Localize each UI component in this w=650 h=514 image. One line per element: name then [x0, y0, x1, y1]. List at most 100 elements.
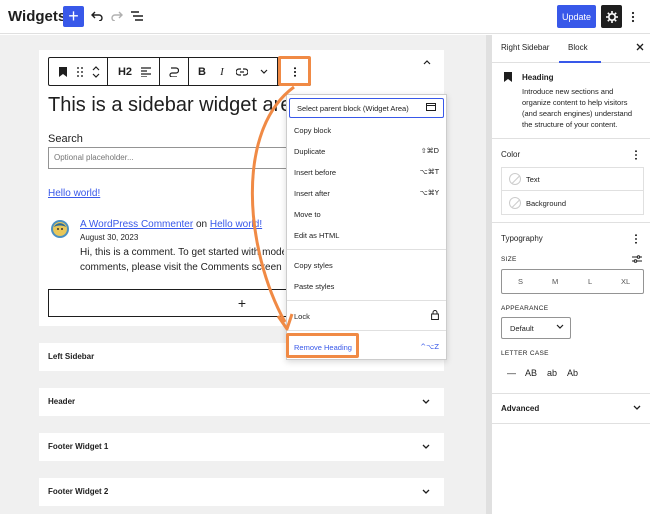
color-text-option[interactable]: Text — [502, 168, 643, 191]
menu-item-label: Copy block — [294, 125, 332, 135]
chevron-down-icon[interactable] — [632, 403, 642, 413]
widget-area-label: Footer Widget 2 — [48, 487, 109, 496]
size-option-s[interactable]: S — [518, 277, 523, 286]
size-option-m[interactable]: M — [552, 277, 558, 286]
widget-area-label: Footer Widget 1 — [48, 442, 109, 451]
advanced-panel-title[interactable]: Advanced — [501, 404, 539, 413]
color-option-label: Background — [526, 199, 567, 208]
letter-case-none[interactable]: — — [507, 368, 516, 378]
lock-icon — [431, 310, 439, 322]
undo-icon[interactable] — [88, 7, 106, 25]
close-icon[interactable] — [634, 41, 646, 53]
color-panel-title: Color — [501, 150, 521, 159]
menu-item-select-parent[interactable]: Select parent block (Widget Area) — [289, 98, 444, 118]
link-icon[interactable] — [234, 58, 250, 85]
color-option-label: Text — [526, 174, 540, 184]
search-block-label[interactable]: Search — [48, 133, 83, 145]
widget-area-footer-2[interactable]: Footer Widget 2 — [39, 478, 444, 506]
custom-size-sliders-icon[interactable] — [632, 253, 642, 265]
color-options-icon[interactable] — [632, 149, 640, 161]
menu-item-label: Edit as HTML — [294, 230, 340, 240]
block-toolbar: H2 B I — [48, 57, 311, 86]
more-formats-chevron-icon[interactable] — [257, 58, 271, 85]
menu-item-insert-before[interactable]: Insert before ⌥⌘T — [287, 162, 446, 182]
size-option-l[interactable]: L — [588, 277, 592, 286]
widget-area-icon — [426, 103, 436, 113]
heading-block[interactable]: This is a sidebar widget area — [48, 94, 288, 117]
active-tab-indicator — [559, 61, 601, 63]
font-size-picker: S M L XL — [501, 269, 644, 294]
typography-panel-title: Typography — [501, 234, 543, 243]
page-title: Widgets — [8, 8, 67, 25]
widget-area-footer-1[interactable]: Footer Widget 1 — [39, 433, 444, 461]
size-option-xl[interactable]: XL — [621, 277, 630, 286]
menu-item-move-to[interactable]: Move to — [287, 204, 446, 224]
menu-item-label: Insert after — [294, 188, 330, 198]
menu-item-paste-styles[interactable]: Paste styles — [287, 276, 446, 296]
comment-author-line: A WordPress Commenter on Hello world! — [80, 219, 262, 230]
redo-icon[interactable] — [108, 7, 126, 25]
panel-divider — [491, 393, 650, 394]
settings-gear-icon[interactable] — [601, 5, 622, 28]
widget-area-label: Header — [48, 397, 76, 406]
letter-case-capitalize[interactable]: Ab — [567, 368, 578, 378]
chevron-down-icon[interactable] — [420, 486, 432, 498]
menu-item-insert-after[interactable]: Insert after ⌥⌘Y — [287, 183, 446, 203]
italic-button[interactable]: I — [215, 58, 229, 85]
bold-button[interactable]: B — [194, 58, 210, 85]
widget-area-label: Left Sidebar — [48, 352, 95, 361]
options-more-icon[interactable] — [627, 8, 639, 26]
highlight-options-button — [278, 56, 311, 86]
drag-handle-icon[interactable] — [73, 58, 87, 85]
tab-block[interactable]: Block — [568, 43, 588, 52]
color-swatch-icon — [509, 197, 521, 209]
heading-level-button[interactable]: H2 — [112, 58, 138, 85]
menu-item-label: Select parent block (Widget Area) — [297, 103, 409, 113]
move-up-down-icon[interactable] — [89, 58, 103, 85]
sidebar-tabs: Right Sidebar Block — [491, 35, 650, 63]
menu-divider — [287, 300, 446, 301]
menu-divider — [287, 249, 446, 250]
heading-bookmark-icon — [503, 72, 513, 82]
menu-item-label: Paste styles — [294, 281, 335, 291]
menu-item-shortcut: ⌥⌘Y — [419, 189, 439, 197]
list-view-icon[interactable] — [128, 7, 146, 25]
add-block-button[interactable]: + — [63, 6, 84, 27]
align-text-icon[interactable] — [137, 58, 155, 85]
color-background-option[interactable]: Background — [502, 192, 643, 215]
comment-post-link[interactable]: Hello world! — [210, 219, 262, 230]
block-card-description: Introduce new sections and organize cont… — [522, 87, 633, 129]
letter-case-lowercase[interactable]: ab — [547, 368, 557, 378]
chevron-down-icon[interactable] — [420, 396, 432, 408]
hello-world-link[interactable]: Hello world! — [48, 188, 100, 199]
typography-options-icon[interactable] — [632, 233, 640, 245]
menu-item-lock[interactable]: Lock — [287, 306, 446, 326]
comment-on-text: on — [195, 219, 208, 230]
menu-item-shortcut: ⌥⌘T — [419, 168, 439, 176]
chevron-down-icon[interactable] — [420, 441, 432, 453]
size-label: SIZE — [501, 256, 517, 263]
comment-body-line: comments, please visit the Comments scre… — [80, 262, 284, 273]
block-card-title: Heading — [522, 73, 554, 82]
comment-author-link[interactable]: A WordPress Commenter — [80, 219, 193, 230]
letter-case-uppercase[interactable]: AB — [525, 368, 537, 378]
menu-item-edit-html[interactable]: Edit as HTML — [287, 225, 446, 245]
bookmark-icon[interactable] — [53, 58, 73, 85]
tab-right-sidebar[interactable]: Right Sidebar — [501, 43, 549, 52]
transform-icon[interactable] — [164, 58, 184, 85]
menu-item-copy-styles[interactable]: Copy styles — [287, 255, 446, 275]
letter-case-label: LETTER CASE — [501, 350, 549, 357]
color-swatch-icon — [509, 173, 521, 185]
comment-body-line: Hi, this is a comment. To get started wi… — [80, 247, 284, 258]
appearance-select[interactable]: Default — [501, 317, 571, 339]
panel-divider — [491, 423, 650, 424]
widget-area-header[interactable]: Header — [39, 388, 444, 416]
appearance-value: Default — [510, 323, 534, 333]
update-button[interactable]: Update — [557, 5, 596, 28]
avatar-icon — [50, 219, 70, 239]
collapse-chevron-up-icon[interactable] — [420, 55, 434, 69]
menu-item-duplicate[interactable]: Duplicate ⇧⌘D — [287, 141, 446, 161]
menu-item-copy-block[interactable]: Copy block — [287, 120, 446, 140]
search-input[interactable]: Optional placeholder... — [48, 147, 288, 169]
menu-item-label: Lock — [294, 311, 310, 321]
